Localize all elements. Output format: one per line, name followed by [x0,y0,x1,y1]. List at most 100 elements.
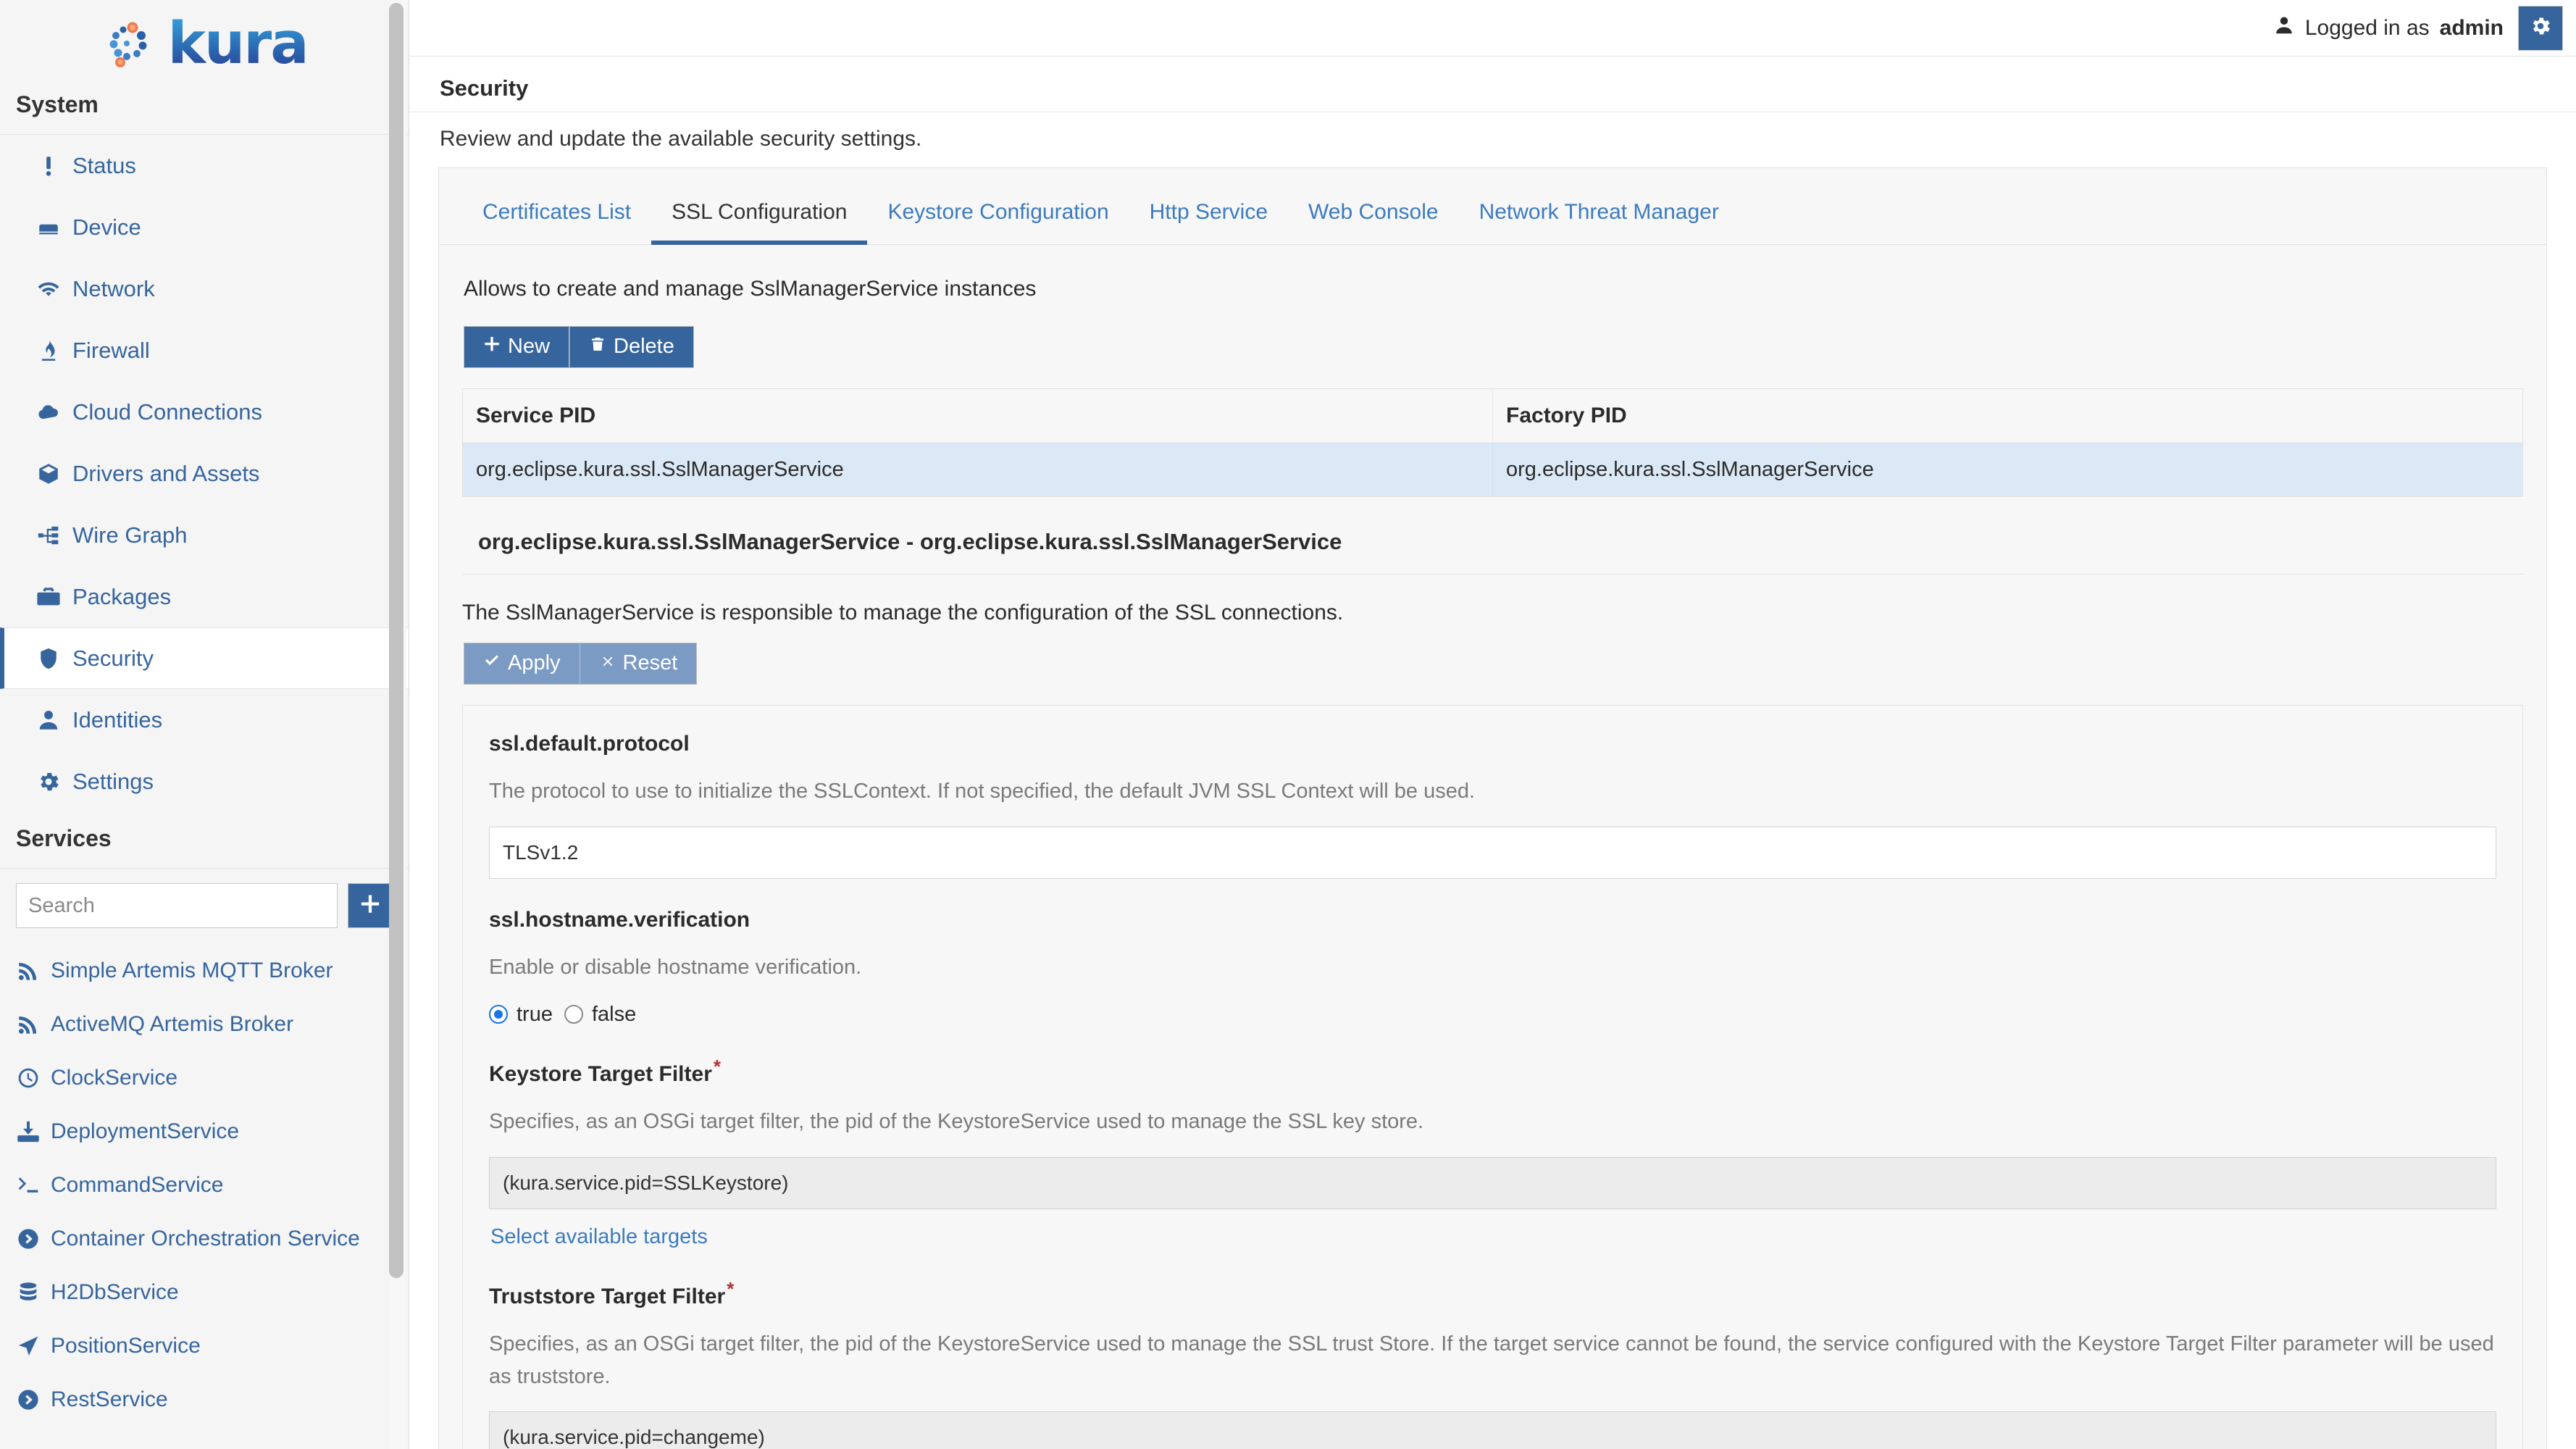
sidebar-scrollbar-thumb[interactable] [389,3,403,1278]
table-body: org.eclipse.kura.ssl.SslManagerService or… [462,443,2523,497]
field-label: ssl.hostname.verification [489,907,750,932]
apply-button[interactable]: Apply [464,642,580,685]
times-icon [600,652,616,675]
sidebar-item-cloud-connections[interactable]: Cloud Connections [0,381,409,443]
sidebar-services-list: Simple Artemis MQTT Broker ActiveMQ Artem… [0,944,409,1427]
reset-button[interactable]: Reset [580,642,698,685]
service-item-h2dbservice[interactable]: H2DbService [0,1266,409,1319]
radio-label: true [517,1002,553,1026]
sidebar-item-device[interactable]: Device [0,196,409,258]
field-description: Specifies, as an OSGi target filter, the… [489,1332,2494,1388]
settings-button[interactable] [2518,5,2563,51]
sidebar-item-drivers-and-assets[interactable]: Drivers and Assets [0,443,409,504]
ssl-instances-table: Service PID Factory PID org.eclipse.kura.… [462,388,2523,497]
field-label-text: Keystore Target Filter [489,1061,712,1086]
add-service-button[interactable] [348,883,393,928]
service-item-deploymentservice[interactable]: DeploymentService [0,1105,409,1158]
radio-option-false[interactable]: false [564,1003,636,1027]
config-actions: Apply Reset [464,642,2523,685]
exclamation-icon [36,154,67,178]
radio-label: false [591,1002,637,1026]
sidebar-item-label: Security [72,646,154,671]
radio-indicator[interactable] [564,1005,583,1024]
sidebar-item-label: Wire Graph [72,522,188,548]
new-button-label: New [508,335,551,358]
service-item-positionservice[interactable]: PositionService [0,1319,409,1373]
top-bar: Logged in as admin [409,0,2576,57]
sidebar-item-security[interactable]: Security [0,627,409,689]
sitemap-icon [36,523,67,548]
tab-http-service[interactable]: Http Service [1129,196,1288,245]
config-title: org.eclipse.kura.ssl.SslManagerService -… [462,497,2523,575]
field-input[interactable] [489,1411,2496,1449]
field-label: Truststore Target Filter* [489,1278,2496,1309]
tab-certificates-list[interactable]: Certificates List [462,196,651,245]
plus-icon [483,335,501,359]
delete-button[interactable]: Delete [569,326,694,368]
column-header-service-pid[interactable]: Service PID [462,388,1493,443]
kura-dots-icon [101,16,156,71]
tab-ssl-configuration[interactable]: SSL Configuration [651,196,868,245]
sidebar-item-packages[interactable]: Packages [0,566,409,627]
sidebar-item-network[interactable]: Network [0,258,409,320]
cloud-icon [36,400,67,425]
username-label: admin [2439,15,2504,40]
config-description: The SslManagerService is responsible to … [462,600,1344,625]
delete-button-label: Delete [614,335,674,358]
sidebar-item-settings[interactable]: Settings [0,751,409,812]
service-item-label: DeploymentService [51,1119,240,1143]
radio-group: true false [489,1003,2496,1027]
tab-web-console[interactable]: Web Console [1288,196,1459,245]
apply-button-label: Apply [508,651,561,675]
sidebar-item-label: Packages [72,584,172,609]
search-input[interactable] [16,883,338,928]
service-item-commandservice[interactable]: CommandService [0,1158,409,1212]
service-item-activemq-artemis-broker[interactable]: ActiveMQ Artemis Broker [0,998,409,1051]
field-description: Enable or disable hostname verification. [489,955,862,979]
security-panel: Certificates List SSL Configuration Keysto… [438,167,2547,1449]
tab-keystore-configuration[interactable]: Keystore Configuration [867,196,1129,245]
brand-logo[interactable]: kura [0,0,409,87]
sidebar-item-firewall[interactable]: Firewall [0,320,409,381]
ssl-toolbar: New Delete [464,326,2523,368]
table-row[interactable]: org.eclipse.kura.ssl.SslManagerService or… [462,443,2523,497]
device-icon [36,215,67,240]
required-asterisk: * [727,1277,735,1300]
tab-bar: Certificates List SSL Configuration Keysto… [439,168,2546,245]
briefcase-icon [36,585,67,609]
service-item-label: PositionService [51,1334,201,1358]
sidebar-item-label: Identities [72,707,163,732]
field-input[interactable] [489,826,2496,879]
service-item-container-orchestration-service[interactable]: Container Orchestration Service [0,1212,409,1266]
required-asterisk: * [713,1055,721,1077]
radio-option-true[interactable]: true [489,1003,553,1027]
sidebar-item-label: Device [72,214,141,240]
location-arrow-icon [16,1334,46,1358]
sidebar-item-identities[interactable]: Identities [0,689,409,751]
service-item-label: H2DbService [51,1280,179,1304]
table-cell[interactable]: org.eclipse.kura.ssl.SslManagerService [462,443,1493,497]
sidebar-scrollbar-track[interactable] [389,0,406,1449]
select-available-targets-link[interactable]: Select available targets [490,1225,708,1249]
sidebar-item-status[interactable]: Status [0,135,409,196]
sidebar-item-wire-graph[interactable]: Wire Graph [0,504,409,566]
column-header-factory-pid[interactable]: Factory PID [1492,388,2523,443]
field-ssl-default-protocol: ssl.default.protocol The protocol to use … [489,732,2496,903]
ssl-description: Allows to create and manage SslManagerSe… [464,277,1037,301]
service-item-simple-artemis-mqtt-broker[interactable]: Simple Artemis MQTT Broker [0,944,409,998]
service-item-clockservice[interactable]: ClockService [0,1051,409,1105]
field-ssl-hostname-verification: ssl.hostname.verification Enable or disab… [489,908,2496,1027]
fire-icon [36,338,67,363]
service-item-restservice[interactable]: RestService [0,1373,409,1427]
service-search-row [0,869,409,944]
user-icon [36,708,67,732]
new-button[interactable]: New [464,326,570,368]
field-description: Specifies, as an OSGi target filter, the… [489,1109,1424,1133]
field-input[interactable] [489,1156,2496,1209]
service-item-label: RestService [51,1387,168,1411]
page-title: Security [409,57,2576,112]
tab-network-threat-manager[interactable]: Network Threat Manager [1459,196,1739,245]
trash-icon [589,335,606,359]
table-cell[interactable]: org.eclipse.kura.ssl.SslManagerService [1492,443,2523,497]
radio-indicator[interactable] [489,1005,508,1024]
